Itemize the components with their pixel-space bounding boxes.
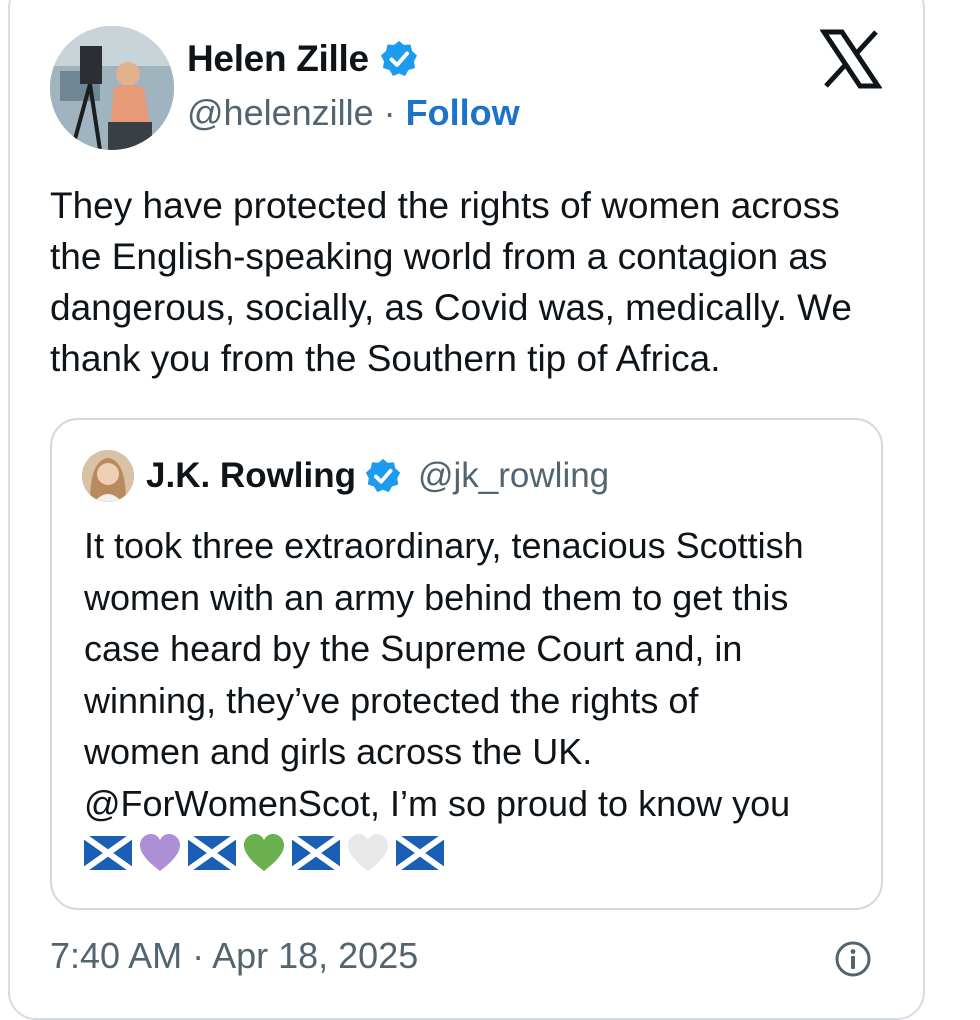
- tweet-text: They have protected the rights of women …: [50, 185, 853, 379]
- author-avatar[interactable]: [50, 26, 174, 150]
- emoji-row: [84, 833, 444, 873]
- author-name[interactable]: Helen Zille: [187, 38, 369, 80]
- author-handle[interactable]: @helenzille: [187, 92, 374, 134]
- separator-dot: ·: [383, 92, 396, 133]
- quoted-tweet[interactable]: J.K. Rowling @jk_rowling It took three e…: [50, 418, 883, 910]
- purple-heart-icon: [140, 834, 180, 871]
- scotland-flag-icon: [292, 836, 340, 870]
- scotland-flag-icon: [188, 836, 236, 870]
- quoted-tweet-text: It took three extraordinary, tenacious S…: [84, 525, 804, 824]
- scotland-flag-icon: [396, 836, 444, 870]
- follow-button[interactable]: Follow: [406, 92, 520, 134]
- green-heart-icon: [244, 834, 284, 871]
- quoted-author-handle[interactable]: @jk_rowling: [418, 456, 609, 496]
- scotland-flag-icon: [84, 836, 132, 870]
- quoted-author-avatar[interactable]: [82, 450, 134, 502]
- info-icon[interactable]: [834, 940, 872, 978]
- white-heart-icon: [348, 834, 388, 871]
- verified-badge-icon: [365, 458, 401, 493]
- x-logo-icon[interactable]: [820, 28, 882, 90]
- quoted-author-name[interactable]: J.K. Rowling: [146, 456, 356, 496]
- tweet-timestamp[interactable]: 7:40 AM · Apr 18, 2025: [50, 935, 418, 977]
- verified-badge-icon: [380, 41, 417, 76]
